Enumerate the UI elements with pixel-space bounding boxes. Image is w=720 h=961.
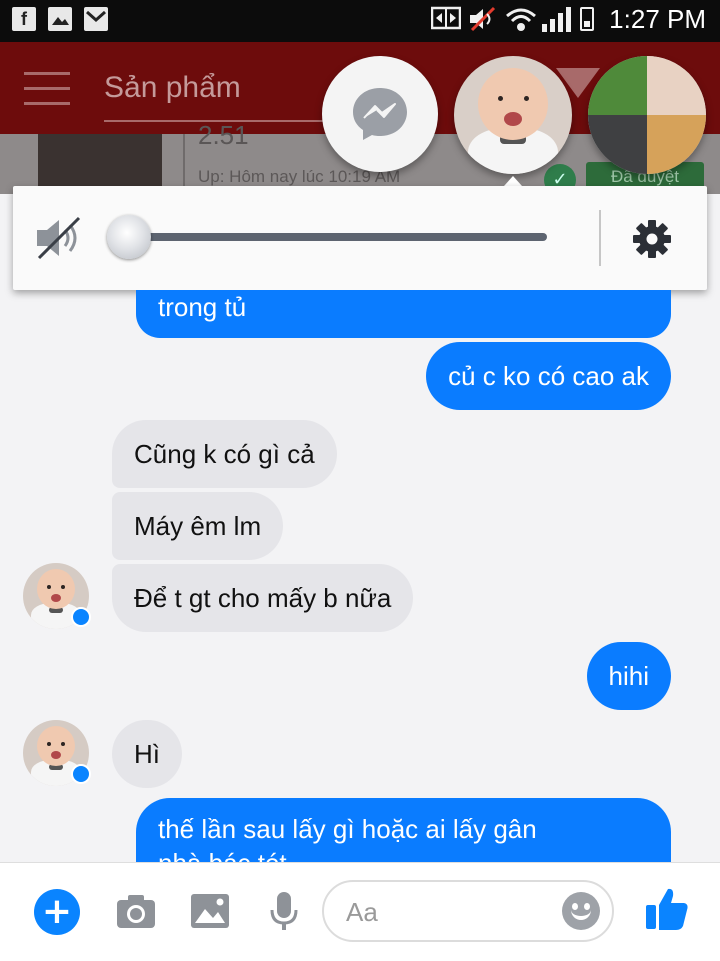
status-bar: f 1:27 PM (0, 0, 720, 42)
message-input-field[interactable] (322, 880, 614, 942)
volume-panel (13, 186, 707, 290)
gear-icon[interactable] (632, 219, 672, 259)
gmail-icon (84, 7, 108, 31)
message-bubble-outgoing[interactable]: thế lần sau lấy gì hoặc ai lấy gân nhà b… (136, 798, 671, 862)
facebook-icon: f (12, 7, 36, 31)
microphone-icon[interactable] (262, 889, 306, 933)
signal-icon (542, 6, 572, 32)
volume-muted-icon (468, 6, 496, 32)
message-composer: + (0, 862, 720, 961)
menu-icon[interactable] (24, 72, 70, 117)
product-thumbnail (38, 134, 162, 194)
contact-chathead-avatar[interactable] (454, 56, 572, 174)
contact-avatar[interactable] (23, 563, 91, 629)
contact-avatar[interactable] (23, 720, 91, 786)
message-bubble-incoming[interactable]: Để t gt cho mấy b nữa (112, 564, 414, 632)
message-text-line: thế lần sau lấy gì hoặc ai lấy gân (158, 814, 537, 844)
messenger-badge-icon (71, 764, 91, 784)
camera-icon[interactable] (114, 889, 158, 933)
message-bubble-incoming[interactable]: Máy êm lm (112, 492, 284, 560)
chathead-pointer (504, 176, 522, 186)
message-bubble-outgoing[interactable]: trong tủ (136, 290, 671, 338)
group-chathead-avatar[interactable] (588, 56, 706, 174)
message-bubble-incoming[interactable]: Cũng k có gì cả (112, 420, 337, 488)
thumbs-up-icon[interactable] (644, 885, 690, 933)
message-text-line: nhà bác tét (158, 846, 537, 862)
row-divider (183, 134, 185, 194)
messenger-chathead[interactable] (322, 56, 438, 172)
product-name: 2.51 (198, 120, 249, 150)
volume-slider-track[interactable] (143, 233, 547, 241)
plus-icon[interactable]: + (34, 889, 80, 935)
wifi-icon (505, 6, 537, 32)
message-bubble-outgoing[interactable]: củ c ko có cao ak (426, 342, 671, 410)
background-app-title: Sản phẩm (104, 71, 241, 104)
message-input[interactable] (344, 894, 548, 930)
image-icon[interactable] (188, 889, 232, 933)
battery-charging-icon (580, 7, 595, 31)
volume-muted-icon[interactable] (35, 216, 89, 260)
screen-mirroring-icon (430, 6, 462, 32)
panel-divider (599, 210, 601, 266)
message-bubble-outgoing[interactable]: hihi (586, 642, 671, 710)
volume-slider-handle[interactable] (107, 215, 151, 259)
message-list[interactable]: trong tủ củ c ko có cao ak Cũng k có gì … (0, 290, 720, 862)
gallery-icon (48, 7, 72, 31)
messenger-badge-icon (71, 607, 91, 627)
status-time: 1:27 PM (609, 4, 706, 34)
messenger-icon (353, 88, 407, 140)
emoji-icon[interactable] (562, 892, 600, 930)
message-bubble-incoming[interactable]: Hì (112, 720, 182, 788)
